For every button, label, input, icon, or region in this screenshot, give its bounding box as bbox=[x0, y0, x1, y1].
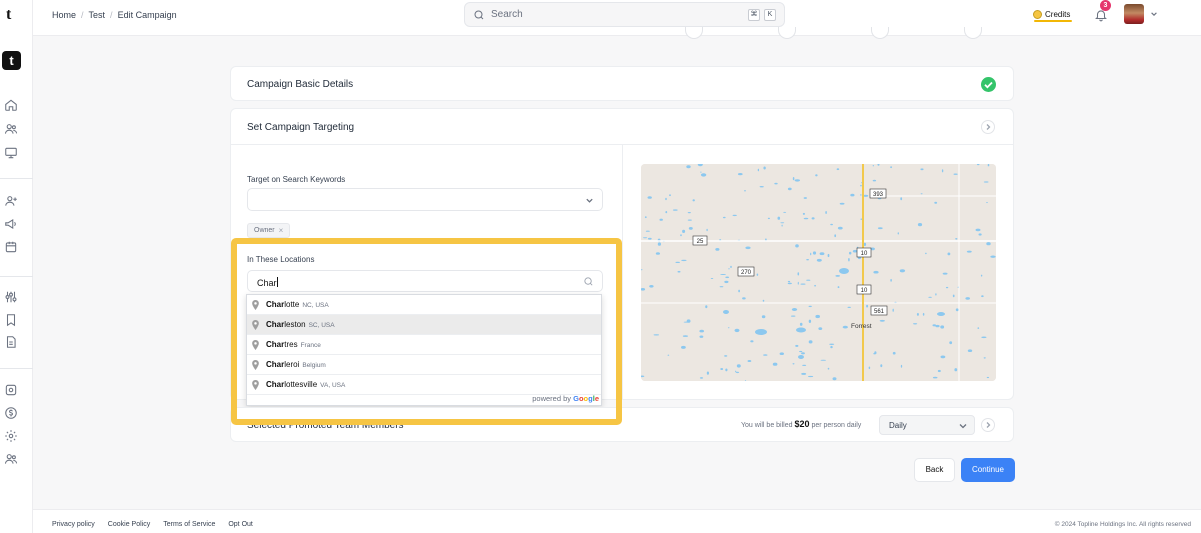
road-label: 10 bbox=[861, 288, 868, 294]
continue-button[interactable]: Continue bbox=[961, 458, 1015, 482]
team-icon[interactable] bbox=[4, 452, 18, 466]
step-indicator bbox=[778, 27, 796, 39]
search-icon bbox=[474, 10, 484, 20]
chevron-down-icon bbox=[959, 424, 967, 429]
monitor-icon[interactable] bbox=[4, 146, 18, 160]
breadcrumb-current: Edit Campaign bbox=[117, 10, 177, 20]
highlight-box bbox=[231, 238, 622, 425]
road-label: 393 bbox=[873, 192, 884, 198]
megaphone-icon[interactable] bbox=[4, 217, 18, 231]
home-icon[interactable] bbox=[4, 98, 18, 112]
map-preview[interactable]: 393 25 270 10 10 561 Forrest bbox=[641, 164, 996, 381]
top-bar: Home / Test / Edit Campaign Search ⌘ K bbox=[33, 0, 1201, 36]
breadcrumb-home[interactable]: Home bbox=[52, 10, 76, 20]
keywords-select[interactable] bbox=[247, 188, 603, 211]
back-button[interactable]: Back bbox=[914, 458, 955, 482]
chevron-right-icon[interactable] bbox=[981, 418, 995, 432]
section-title: Campaign Basic Details bbox=[247, 79, 354, 90]
document-icon[interactable] bbox=[4, 335, 18, 349]
rail-divider bbox=[0, 178, 33, 179]
footer-links: Privacy policy Cookie Policy Terms of Se… bbox=[52, 521, 253, 528]
rail-divider bbox=[0, 368, 33, 369]
road-label: 25 bbox=[697, 239, 704, 245]
road-label: 270 bbox=[741, 270, 752, 276]
coin-icon bbox=[1033, 9, 1042, 19]
chevron-right-icon[interactable] bbox=[981, 120, 995, 134]
avatar[interactable] bbox=[1124, 4, 1144, 24]
settings-grid-icon[interactable] bbox=[4, 383, 18, 397]
chevron-down-icon bbox=[586, 198, 593, 203]
sliders-icon[interactable] bbox=[4, 290, 18, 304]
section-title: Set Campaign Targeting bbox=[247, 122, 355, 133]
close-icon[interactable]: × bbox=[279, 226, 284, 235]
section-basic-details[interactable]: Campaign Basic Details bbox=[230, 66, 1014, 101]
dollar-circle-icon[interactable] bbox=[4, 406, 18, 420]
check-icon bbox=[981, 77, 996, 92]
rail-divider bbox=[0, 276, 33, 277]
global-search[interactable]: Search ⌘ K bbox=[464, 2, 785, 27]
left-rail: t t bbox=[0, 0, 33, 533]
credits-underline bbox=[1034, 20, 1072, 22]
copyright: © 2024 Topline Holdings Inc. All rights … bbox=[1054, 521, 1191, 528]
workspace-logo[interactable]: t bbox=[2, 51, 21, 70]
step-indicator bbox=[685, 27, 703, 39]
calendar-icon[interactable] bbox=[4, 240, 18, 254]
road-label: 10 bbox=[861, 251, 868, 257]
breadcrumb-test[interactable]: Test bbox=[89, 10, 106, 20]
users-icon[interactable] bbox=[4, 122, 18, 136]
keyword-chip[interactable]: Owner × bbox=[247, 223, 291, 238]
billing-amount: $20 bbox=[794, 419, 810, 429]
frequency-select[interactable]: Daily bbox=[879, 415, 975, 435]
breadcrumb: Home / Test / Edit Campaign bbox=[52, 10, 177, 20]
brand-logo[interactable]: t bbox=[6, 6, 11, 24]
place-label: Forrest bbox=[851, 323, 872, 330]
step-indicator bbox=[871, 27, 889, 39]
frequency-value: Daily bbox=[889, 421, 907, 430]
chip-label: Owner bbox=[254, 227, 275, 234]
opt-out-link[interactable]: Opt Out bbox=[228, 521, 253, 528]
map-canvas: 393 25 270 10 10 561 Forrest bbox=[641, 164, 996, 381]
kbd-cmd: ⌘ bbox=[748, 9, 760, 21]
terms-link[interactable]: Terms of Service bbox=[163, 521, 215, 528]
cookie-policy-link[interactable]: Cookie Policy bbox=[108, 521, 150, 528]
privacy-policy-link[interactable]: Privacy policy bbox=[52, 521, 95, 528]
keywords-label: Target on Search Keywords bbox=[247, 175, 346, 184]
credits-label: Credits bbox=[1045, 9, 1071, 19]
bookmark-icon[interactable] bbox=[4, 313, 18, 327]
divider bbox=[622, 145, 623, 400]
kbd-k: K bbox=[764, 9, 776, 21]
chevron-down-icon[interactable] bbox=[1150, 10, 1158, 18]
notification-badge: 3 bbox=[1100, 0, 1111, 11]
road-label: 561 bbox=[874, 309, 885, 315]
step-indicator bbox=[964, 27, 982, 39]
search-placeholder: Search bbox=[491, 9, 523, 20]
billing-note: You will be billed $20 per person daily bbox=[741, 419, 862, 429]
add-user-icon[interactable] bbox=[4, 194, 18, 208]
gear-icon[interactable] bbox=[4, 429, 18, 443]
